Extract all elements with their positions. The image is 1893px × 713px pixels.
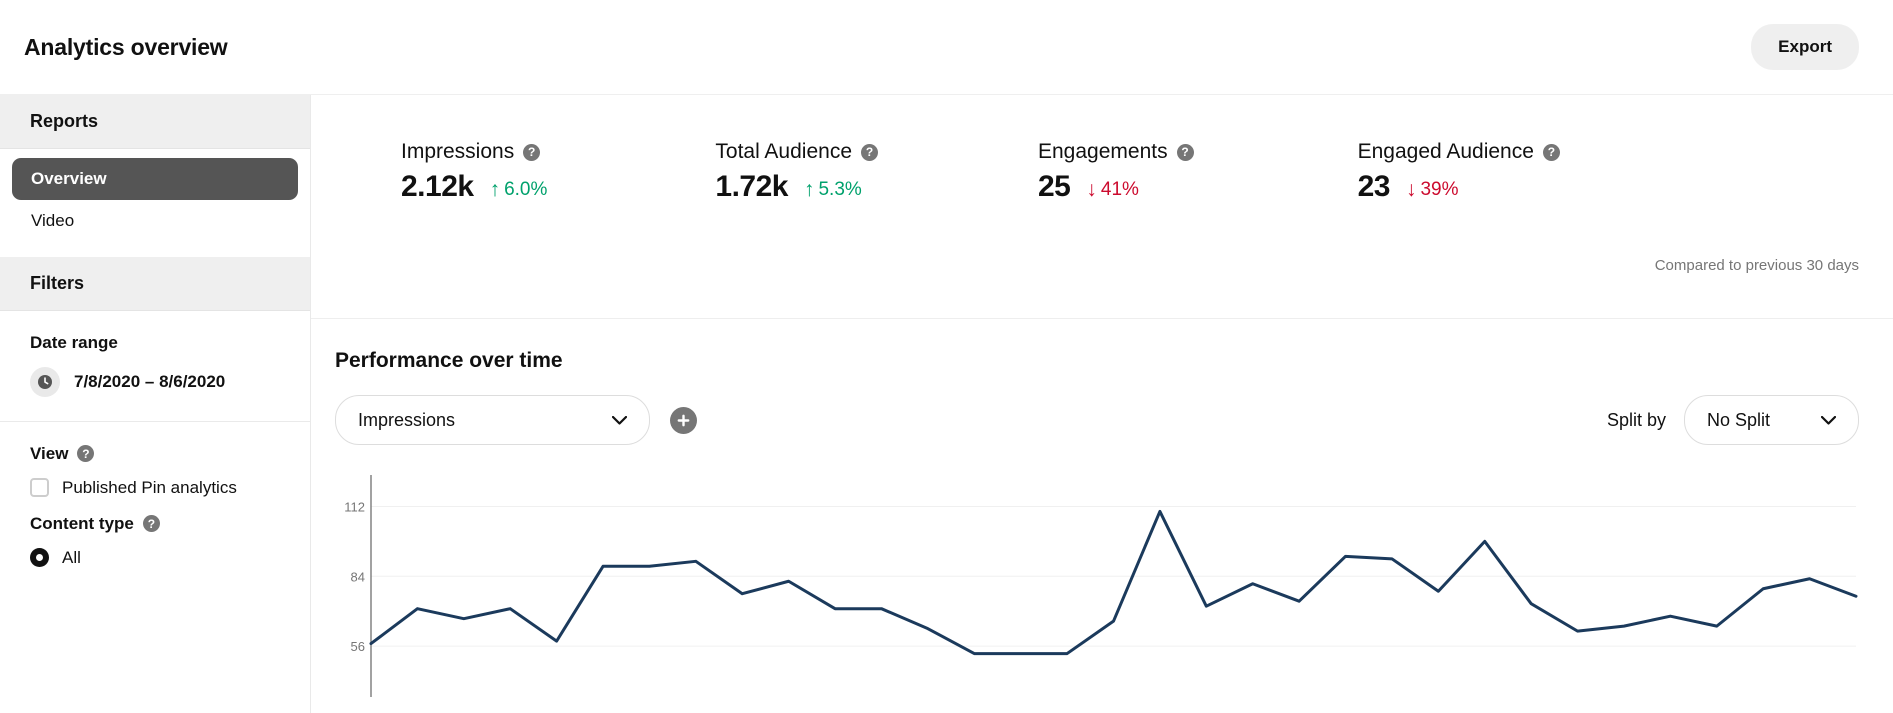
metric-card-total-audience: Total Audience ? 1.72k ↑ 5.3% xyxy=(715,140,878,318)
arrow-up-icon: ↑ xyxy=(489,178,501,201)
content-type-option-all[interactable]: All xyxy=(30,548,280,568)
filter-date-range: Date range 7/8/2020 – 8/6/2020 xyxy=(0,311,310,422)
export-button[interactable]: Export xyxy=(1751,24,1859,70)
content-type-label: Content type ? xyxy=(30,514,280,534)
top-bar: Analytics overview Export xyxy=(0,0,1893,95)
help-icon-impressions[interactable]: ? xyxy=(523,143,541,161)
content-type-label-text: Content type xyxy=(30,513,134,533)
published-pin-analytics-checkbox[interactable] xyxy=(30,478,49,498)
metric-engaged-audience-name: Engaged Audience xyxy=(1357,140,1534,163)
sidebar-item-video[interactable]: Video xyxy=(12,200,298,242)
filter-content-type: Content type ? All xyxy=(0,508,310,592)
sidebar-nav: Overview Video xyxy=(0,149,310,257)
metric-impressions-name: Impressions xyxy=(401,140,515,163)
help-icon-content-type[interactable]: ? xyxy=(142,515,160,533)
chart-controls: Impressions Split by No Split xyxy=(335,395,1859,445)
metric-select-value: Impressions xyxy=(358,409,456,430)
date-range-value: 7/8/2020 – 8/6/2020 xyxy=(74,371,226,391)
metrics-summary: Impressions ? 2.12k ↑ 6.0% Total Audienc… xyxy=(311,95,1893,319)
sidebar-section-reports: Reports xyxy=(0,95,310,149)
view-label-text: View xyxy=(30,443,69,463)
published-pin-analytics-row[interactable]: Published Pin analytics xyxy=(30,478,280,498)
clock-icon xyxy=(30,366,60,397)
sidebar-item-overview[interactable]: Overview xyxy=(12,158,298,201)
arrow-down-icon: ↓ xyxy=(1405,178,1417,201)
performance-line-chart-svg[interactable]: 56 84 112 xyxy=(335,467,1870,707)
metric-impressions-body: 2.12k ↑ 6.0% xyxy=(401,170,547,204)
main-content: Impressions ? 2.12k ↑ 6.0% Total Audienc… xyxy=(311,95,1893,713)
metric-card-impressions: Impressions ? 2.12k ↑ 6.0% xyxy=(401,140,547,318)
metric-engaged-audience-value: 23 xyxy=(1357,170,1391,203)
svg-text:56: 56 xyxy=(351,639,365,654)
chevron-down-icon xyxy=(611,413,628,428)
body-wrapper: Reports Overview Video Filters Date rang… xyxy=(0,95,1893,713)
metric-engaged-audience-delta-value: 39% xyxy=(1420,178,1459,200)
metric-impressions-value: 2.12k xyxy=(401,170,474,203)
metric-total-audience-header: Total Audience ? xyxy=(715,140,878,164)
help-icon-view[interactable]: ? xyxy=(77,445,95,463)
published-pin-analytics-label: Published Pin analytics xyxy=(62,477,237,497)
metric-engagements-body: 25 ↓ 41% xyxy=(1038,170,1194,204)
metric-engagements-value: 25 xyxy=(1038,170,1071,203)
arrow-up-icon: ↑ xyxy=(803,178,815,201)
date-range-control[interactable]: 7/8/2020 – 8/6/2020 xyxy=(30,366,280,397)
help-icon-engaged-audience[interactable]: ? xyxy=(1542,143,1560,161)
metric-total-audience-value: 1.72k xyxy=(715,170,788,203)
help-icon-total-audience[interactable]: ? xyxy=(861,143,878,161)
metric-total-audience-name: Total Audience xyxy=(715,140,852,163)
chart-section-title: Performance over time xyxy=(335,349,563,372)
metric-engaged-audience-delta: ↓ 39% xyxy=(1406,179,1459,201)
metric-total-audience-delta: ↑ 5.3% xyxy=(804,179,862,201)
metric-engaged-audience-body: 23 ↓ 39% xyxy=(1358,170,1560,204)
arrow-down-icon: ↓ xyxy=(1086,178,1097,201)
metric-engaged-audience-header: Engaged Audience ? xyxy=(1358,140,1560,164)
line-chart[interactable]: 56 84 112 xyxy=(335,467,1859,707)
split-by-select[interactable]: No Split xyxy=(1684,395,1859,445)
date-range-label: Date range xyxy=(30,332,118,352)
metric-impressions-delta: ↑ 6.0% xyxy=(490,179,548,201)
filter-view: View ? Published Pin analytics xyxy=(0,422,310,508)
chart-controls-right: Split by No Split xyxy=(1607,395,1859,445)
metric-total-audience-body: 1.72k ↑ 5.3% xyxy=(715,170,878,204)
split-by-select-value: No Split xyxy=(1707,409,1771,430)
view-label: View ? xyxy=(30,444,280,464)
metric-card-engaged-audience: Engaged Audience ? 23 ↓ 39% xyxy=(1358,140,1560,318)
metric-engagements-delta: ↓ 41% xyxy=(1086,179,1139,201)
content-type-radio-all-label: All xyxy=(62,547,81,567)
metric-total-audience-delta-value: 5.3% xyxy=(818,178,862,200)
sidebar: Reports Overview Video Filters Date rang… xyxy=(0,95,311,713)
metric-select[interactable]: Impressions xyxy=(335,395,650,445)
metric-impressions-header: Impressions ? xyxy=(401,140,547,164)
metric-engagements-name: Engagements xyxy=(1038,140,1168,163)
metric-engagements-delta-value: 41% xyxy=(1100,178,1139,200)
sidebar-section-filters: Filters xyxy=(0,256,310,311)
content-type-radio-all[interactable] xyxy=(30,548,49,568)
add-metric-button[interactable] xyxy=(670,406,697,434)
metric-impressions-delta-value: 6.0% xyxy=(504,178,548,200)
performance-chart-panel: Performance over time Impressions Split … xyxy=(311,319,1893,707)
metric-card-engagements: Engagements ? 25 ↓ 41% xyxy=(1038,140,1194,318)
split-by-label: Split by xyxy=(1606,409,1666,430)
chart-controls-left: Impressions xyxy=(335,395,697,445)
chevron-down-icon xyxy=(1820,413,1837,428)
svg-text:112: 112 xyxy=(344,499,365,514)
svg-text:84: 84 xyxy=(351,569,365,584)
page-title: Analytics overview xyxy=(24,33,228,60)
help-icon-engagements[interactable]: ? xyxy=(1176,143,1194,161)
metric-engagements-header: Engagements ? xyxy=(1038,140,1194,164)
comparison-note: Compared to previous 30 days xyxy=(1654,257,1859,274)
